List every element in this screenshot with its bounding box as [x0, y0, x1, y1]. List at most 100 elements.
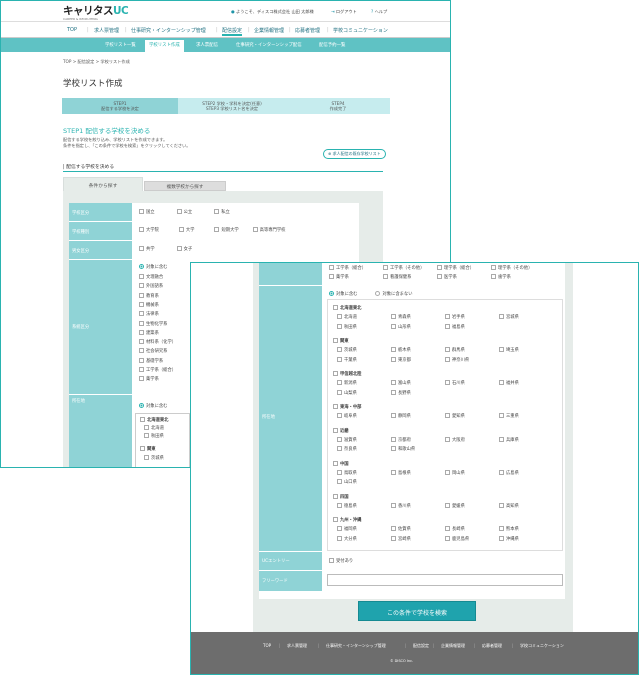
prefecture-checkbox[interactable]: 愛媛県: [445, 502, 465, 509]
prefecture-checkbox[interactable]: 岐阜県: [337, 413, 357, 419]
faculty-option[interactable]: 材料系（化学）: [139, 339, 176, 345]
prefecture-checkbox[interactable]: 山口県: [337, 479, 357, 485]
pref[interactable]: 秋田県: [144, 433, 164, 439]
faculty-option[interactable]: 外国語系: [139, 283, 163, 289]
uc-entry-option[interactable]: 受付あり: [329, 558, 353, 564]
prefecture-checkbox[interactable]: 青森県: [391, 314, 411, 320]
faculty-option[interactable]: 工学系（総合）: [139, 367, 176, 373]
prefecture-checkbox[interactable]: 和歌山県: [391, 446, 415, 452]
sub-reserved[interactable]: 配信予約一覧: [319, 42, 345, 48]
logout-link[interactable]: ⇥ ログアウト: [331, 9, 357, 15]
prefecture-checkbox[interactable]: 三重県: [499, 413, 519, 419]
search-button[interactable]: この条件で学校を検索: [358, 601, 476, 621]
footer-jobs[interactable]: 求人票管理: [287, 643, 307, 649]
prefecture-checkbox[interactable]: 埼玉県: [499, 347, 519, 353]
prefecture-checkbox[interactable]: 宮城県: [499, 314, 519, 320]
prefecture-checkbox[interactable]: 岡山県: [445, 469, 465, 476]
faculty-option[interactable]: 歯学系: [491, 274, 511, 280]
menu-school-comm[interactable]: 学校コミュニケーション: [333, 27, 388, 34]
prefecture-checkbox[interactable]: 東京都: [391, 356, 411, 363]
faculty-option[interactable]: 理学系（その他）: [491, 265, 532, 271]
sub-create[interactable]: 学校リスト作成: [145, 40, 184, 52]
prefecture-checkbox[interactable]: 石川県: [445, 380, 465, 386]
footer-top[interactable]: TOP: [263, 643, 271, 648]
prefecture-checkbox[interactable]: 京都府: [391, 436, 411, 443]
faculty-option[interactable]: 法律系: [139, 311, 159, 317]
prefecture-checkbox[interactable]: 大阪府: [445, 436, 465, 443]
sub-list[interactable]: 学校リスト一覧: [105, 42, 136, 48]
faculty-option[interactable]: 看護保健系: [383, 274, 411, 280]
prefecture-checkbox[interactable]: 広島県: [499, 469, 519, 476]
logo[interactable]: キャリタスUC CAREER & RECRUITING: [63, 3, 129, 21]
region-checkbox[interactable]: 関東: [333, 338, 349, 344]
footer-delivery[interactable]: 配信設定: [413, 643, 429, 649]
prefecture-checkbox[interactable]: 長崎県: [445, 526, 465, 532]
faculty-option[interactable]: 教育系: [139, 292, 159, 299]
menu-delivery[interactable]: 配信設定: [222, 27, 243, 36]
faculty-option[interactable]: 建築系: [139, 329, 159, 336]
prefecture-checkbox[interactable]: 山梨県: [337, 389, 357, 396]
prefecture-checkbox[interactable]: 熊本県: [499, 526, 519, 532]
faculty-target[interactable]: 対象に含む: [139, 264, 167, 270]
region-checkbox[interactable]: 近畿: [333, 427, 349, 434]
pref[interactable]: 北海道: [144, 425, 164, 431]
prefecture-checkbox[interactable]: 富山県: [391, 380, 411, 386]
faculty-option[interactable]: 生物化学系: [139, 320, 167, 327]
footer-school-comm[interactable]: 学校コミュニケーション: [520, 643, 564, 649]
prefecture-checkbox[interactable]: 福島県: [445, 323, 465, 330]
prefecture-checkbox[interactable]: 高知県: [499, 502, 519, 509]
free-word-input[interactable]: [327, 574, 563, 586]
pref[interactable]: 茨城県: [144, 455, 164, 461]
sub-intern-delivery[interactable]: 仕事研究・インターンシップ配信: [236, 42, 302, 48]
location-include[interactable]: 対象に含む: [329, 291, 357, 297]
prefecture-checkbox[interactable]: 佐賀県: [391, 526, 411, 532]
menu-jobs[interactable]: 求人票管理: [94, 27, 119, 34]
type-tech[interactable]: 高等専門学校: [252, 227, 285, 233]
prefecture-checkbox[interactable]: 宮崎県: [391, 535, 411, 542]
region-kanto[interactable]: 関東: [140, 446, 156, 452]
prefecture-checkbox[interactable]: 茨城県: [337, 347, 357, 353]
region-checkbox[interactable]: 九州・沖縄: [333, 517, 361, 523]
faculty-option[interactable]: 薬学系: [329, 274, 349, 280]
faculty-option[interactable]: 社会研究系: [139, 348, 167, 354]
region-checkbox[interactable]: 甲信越北陸: [333, 371, 361, 377]
menu-internship[interactable]: 仕事研究・インターンシップ管理: [131, 27, 206, 34]
prefecture-checkbox[interactable]: 鳥取県: [337, 469, 357, 476]
faculty-option[interactable]: 機械系: [139, 301, 159, 308]
gender-female[interactable]: 女子: [176, 246, 192, 252]
prefecture-checkbox[interactable]: 栃木県: [391, 347, 411, 353]
prefecture-checkbox[interactable]: 沖縄県: [499, 535, 519, 542]
footer-company[interactable]: 企業情報管理: [441, 643, 465, 649]
location-target[interactable]: 対象に含む: [139, 403, 167, 409]
help-link[interactable]: ? ヘルプ: [371, 9, 387, 15]
prefecture-checkbox[interactable]: 山形県: [391, 323, 411, 330]
prefecture-checkbox[interactable]: 千葉県: [337, 356, 357, 363]
gender-coed[interactable]: 共学: [139, 246, 155, 252]
prefecture-checkbox[interactable]: 愛知県: [445, 413, 465, 419]
prefecture-checkbox[interactable]: 島根県: [391, 469, 411, 476]
footer-internship[interactable]: 仕事研究・インターンシップ管理: [326, 643, 386, 649]
menu-applicants[interactable]: 応募者管理: [295, 27, 320, 34]
prefecture-checkbox[interactable]: 福岡県: [337, 526, 357, 532]
location-exclude[interactable]: 対象に含まない: [375, 291, 413, 297]
faculty-option[interactable]: 工学系（その他）: [383, 265, 424, 271]
faculty-option[interactable]: 医学系: [437, 274, 457, 280]
footer-applicants[interactable]: 応募者管理: [482, 643, 502, 649]
region-checkbox[interactable]: 中国: [333, 460, 349, 467]
region-checkbox[interactable]: 東海・中部: [333, 404, 361, 410]
prefecture-checkbox[interactable]: 長野県: [391, 389, 411, 396]
region-checkbox[interactable]: 四国: [333, 493, 349, 500]
tab-multiple[interactable]: 複数学校から探す: [144, 181, 226, 191]
type-univ[interactable]: 大学: [178, 227, 194, 233]
faculty-option[interactable]: 理学系（総合）: [437, 265, 474, 271]
menu-top[interactable]: TOP: [67, 27, 77, 33]
kind-public[interactable]: 公立: [176, 209, 192, 215]
prefecture-checkbox[interactable]: 北海道: [337, 314, 357, 320]
prefecture-checkbox[interactable]: 徳島県: [337, 502, 357, 509]
sub-jobs-delivery[interactable]: 求人票配信: [196, 42, 218, 48]
prefecture-checkbox[interactable]: 鹿児島県: [445, 535, 469, 542]
prefecture-checkbox[interactable]: 奈良県: [337, 446, 357, 452]
prefecture-checkbox[interactable]: 新潟県: [337, 380, 357, 386]
kind-national[interactable]: 国立: [139, 209, 155, 215]
prefecture-checkbox[interactable]: 大分県: [337, 535, 357, 542]
